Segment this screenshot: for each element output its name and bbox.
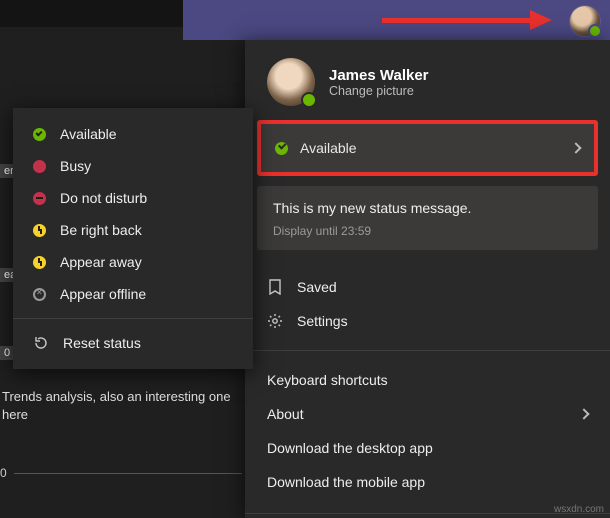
current-status-label: Available (300, 140, 357, 156)
status-option-brb[interactable]: Be right back (13, 214, 253, 246)
profile-menu-panel: James Walker Change picture Available Th… (245, 40, 610, 518)
menu-saved[interactable]: Saved (245, 270, 610, 304)
change-picture-link[interactable]: Change picture (329, 84, 429, 98)
status-submenu: Available Busy Do not disturb Be right b… (13, 108, 253, 369)
status-option-dnd[interactable]: Do not disturb (13, 182, 253, 214)
status-option-label: Appear away (60, 254, 142, 270)
status-option-away[interactable]: Appear away (13, 246, 253, 278)
menu-keyboard-shortcuts-label: Keyboard shortcuts (267, 372, 388, 388)
status-option-busy[interactable]: Busy (13, 150, 253, 182)
status-option-available[interactable]: Available (13, 118, 253, 150)
profile-header: James Walker Change picture (245, 40, 610, 120)
presence-brb-icon (33, 224, 46, 237)
menu-download-mobile[interactable]: Download the mobile app (245, 465, 610, 499)
menu-about-label: About (267, 406, 304, 422)
chevron-right-icon (578, 408, 589, 419)
background-content: en ea 0 (0, 160, 14, 364)
menu-saved-label: Saved (297, 279, 337, 295)
chevron-right-icon (570, 142, 581, 153)
background-axis-zero: 0 (0, 466, 7, 480)
status-selector[interactable]: Available (257, 120, 598, 176)
titlebar-left-dark (0, 0, 183, 27)
background-axis-line (14, 473, 242, 474)
status-reset-label: Reset status (63, 335, 141, 351)
status-option-label: Busy (60, 158, 91, 174)
status-option-label: Available (60, 126, 117, 142)
menu-section-primary: Saved Settings (245, 264, 610, 344)
menu-keyboard-shortcuts[interactable]: Keyboard shortcuts (245, 363, 610, 397)
presence-dnd-icon (33, 192, 46, 205)
presence-busy-icon (33, 160, 46, 173)
menu-settings[interactable]: Settings (245, 304, 610, 338)
menu-download-desktop-label: Download the desktop app (267, 440, 433, 456)
profile-avatar-button[interactable] (570, 6, 600, 36)
menu-download-mobile-label: Download the mobile app (267, 474, 425, 490)
status-option-label: Do not disturb (60, 190, 147, 206)
status-option-label: Appear offline (60, 286, 146, 302)
status-message-expiry: Display until 23:59 (273, 224, 582, 238)
menu-settings-label: Settings (297, 313, 348, 329)
status-message-text: This is my new status message. (273, 200, 582, 216)
annotation-arrow (382, 14, 552, 26)
watermark: wsxdn.com (554, 504, 604, 515)
presence-away-icon (33, 256, 46, 269)
submenu-divider (13, 318, 253, 319)
gear-icon (267, 313, 283, 329)
menu-section-secondary: Keyboard shortcuts About Download the de… (245, 357, 610, 505)
presence-offline-icon (33, 288, 46, 301)
presence-available-icon (33, 128, 46, 141)
status-message-box[interactable]: This is my new status message. Display u… (257, 186, 598, 250)
status-option-label: Be right back (60, 222, 142, 238)
presence-available-icon (275, 142, 288, 155)
reset-icon (33, 335, 49, 351)
menu-divider (245, 350, 610, 351)
background-paragraph: Trends analysis, also an interesting one… (2, 388, 242, 423)
menu-download-desktop[interactable]: Download the desktop app (245, 431, 610, 465)
bookmark-icon (267, 279, 283, 295)
status-option-offline[interactable]: Appear offline (13, 278, 253, 310)
menu-about[interactable]: About (245, 397, 610, 431)
profile-name: James Walker (329, 67, 429, 84)
title-bar (0, 0, 610, 40)
profile-avatar[interactable] (267, 58, 315, 106)
status-reset[interactable]: Reset status (13, 327, 253, 359)
